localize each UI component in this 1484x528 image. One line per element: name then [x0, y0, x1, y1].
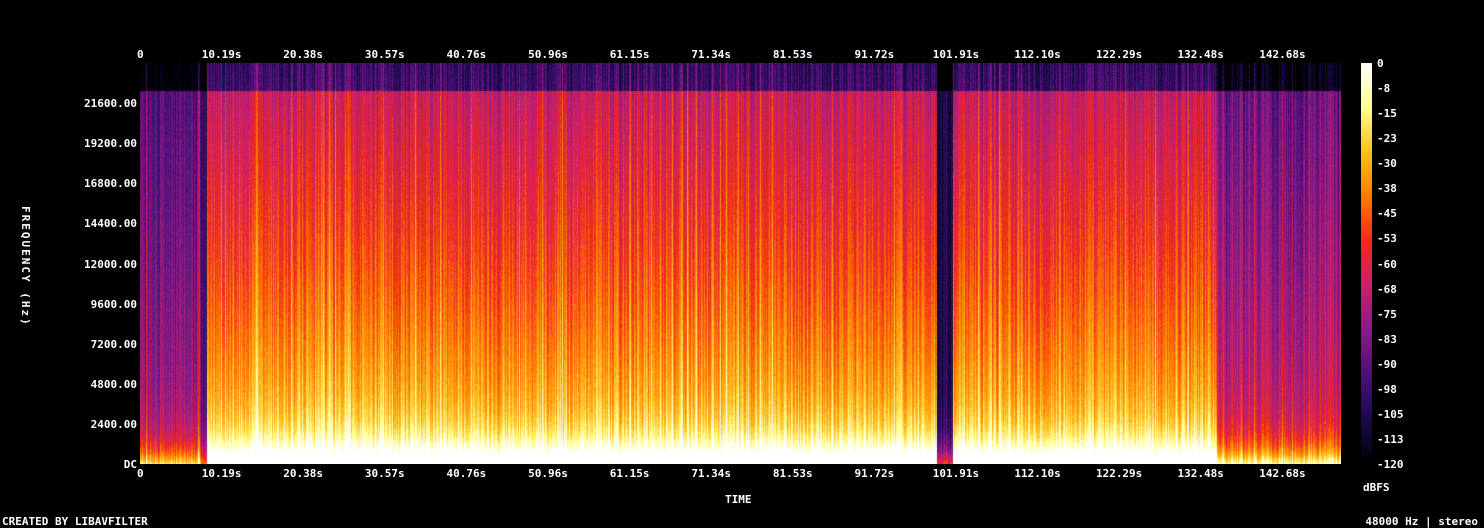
x-tick-label: 30.57s	[364, 467, 405, 480]
y-tick-label: 21600.00	[84, 97, 137, 111]
colorbar-tick-label: -68	[1377, 282, 1397, 296]
x-tick-label: 91.72s	[854, 48, 895, 61]
colorbar-tick-label: -38	[1377, 182, 1397, 196]
colorbar-tick-label: -45	[1377, 207, 1397, 221]
footer-credit: CREATED BY LIBAVFILTER	[2, 515, 148, 528]
colorbar-tick-label: 0	[1377, 57, 1384, 70]
colorbar-tick-label: -30	[1377, 157, 1397, 171]
y-axis-label: FREQUENCY (Hz)	[19, 206, 32, 327]
x-tick-label: 142.68s	[1259, 48, 1306, 61]
x-tick-label: 30.57s	[364, 48, 405, 61]
spectrogram-plot	[140, 63, 1341, 464]
y-tick-label: 7200.00	[90, 337, 137, 351]
colorbar-tick-label: -75	[1377, 307, 1397, 321]
x-tick-label: 71.34s	[691, 48, 732, 61]
y-tick-label: DC	[123, 458, 137, 471]
x-tick-label: 50.96s	[528, 48, 568, 61]
y-tick-label: 9600.00	[90, 297, 137, 311]
x-tick-label: 81.53s	[772, 48, 813, 61]
x-tick-label: 61.15s	[609, 48, 650, 61]
x-tick-label: 20.38s	[283, 467, 324, 480]
x-tick-label: 81.53s	[772, 467, 813, 480]
y-tick-label: 2400.00	[90, 417, 137, 431]
colorbar-tick-label: -120	[1377, 458, 1404, 471]
x-tick-label: 132.48s	[1177, 48, 1224, 61]
color-scale-bar	[1361, 63, 1372, 464]
x-tick-label: 71.34s	[691, 467, 732, 480]
x-tick-label: 101.91s	[932, 467, 980, 480]
y-tick-label: 4800.00	[90, 377, 137, 391]
x-tick-label: 10.19s	[201, 467, 242, 480]
colorbar-tick-label: -90	[1377, 357, 1397, 371]
x-tick-label: 112.10s	[1014, 467, 1061, 480]
x-tick-label: 20.38s	[283, 48, 324, 61]
y-tick-label: 16800.00	[84, 177, 137, 191]
x-tick-label: 132.48s	[1177, 467, 1224, 480]
colorbar-tick-label: -113	[1377, 432, 1404, 446]
colorbar-tick-label: -83	[1377, 332, 1397, 346]
x-tick-label: 61.15s	[609, 467, 650, 480]
colorbar-tick-label: -23	[1377, 132, 1397, 146]
x-axis-label: TIME	[725, 493, 752, 506]
x-tick-label: 122.29s	[1095, 48, 1143, 61]
y-tick-label: 19200.00	[84, 137, 137, 151]
colorbar-tick-label: -53	[1377, 232, 1397, 246]
colorbar-label: dBFS	[1363, 481, 1390, 494]
colorbar-tick-label: -15	[1377, 107, 1397, 121]
x-tick-label: 101.91s	[932, 48, 980, 61]
x-tick-label: 40.76s	[446, 467, 487, 480]
y-tick-label: 14400.00	[84, 217, 137, 231]
x-tick-label: 0	[137, 48, 144, 61]
x-tick-label: 142.68s	[1259, 467, 1306, 480]
x-tick-label: 122.29s	[1095, 467, 1143, 480]
colorbar-tick-label: -60	[1377, 257, 1397, 271]
colorbar-tick-label: -98	[1377, 382, 1397, 396]
x-tick-label: 10.19s	[201, 48, 242, 61]
y-tick-label: 12000.00	[84, 257, 137, 271]
x-tick-label: 91.72s	[854, 467, 895, 480]
colorbar-tick-label: -105	[1377, 407, 1404, 421]
colorbar-tick-label: -8	[1377, 82, 1391, 96]
x-tick-label: 112.10s	[1014, 48, 1061, 61]
footer-format: 48000 Hz | stereo	[1365, 515, 1478, 528]
x-tick-label: 40.76s	[446, 48, 487, 61]
x-tick-label: 0	[137, 467, 144, 480]
x-tick-label: 50.96s	[528, 467, 568, 480]
